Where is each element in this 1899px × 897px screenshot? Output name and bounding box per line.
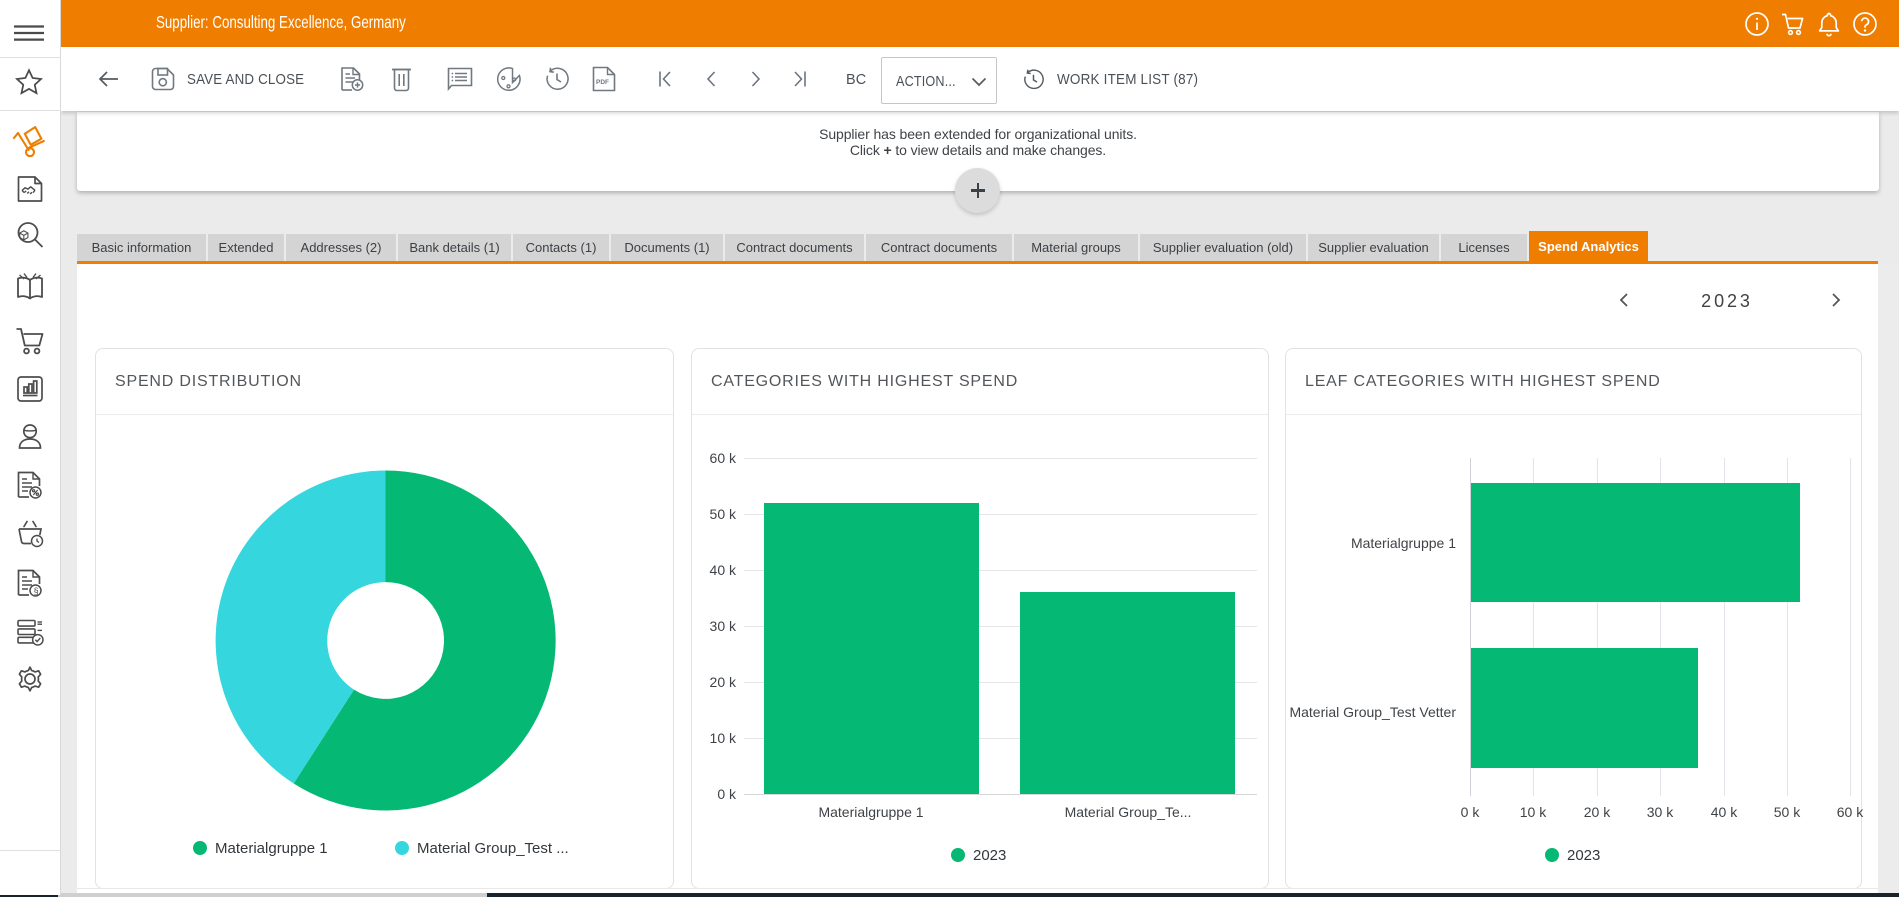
svg-text:PDF: PDF — [596, 79, 609, 86]
svg-text:§: § — [34, 586, 39, 596]
